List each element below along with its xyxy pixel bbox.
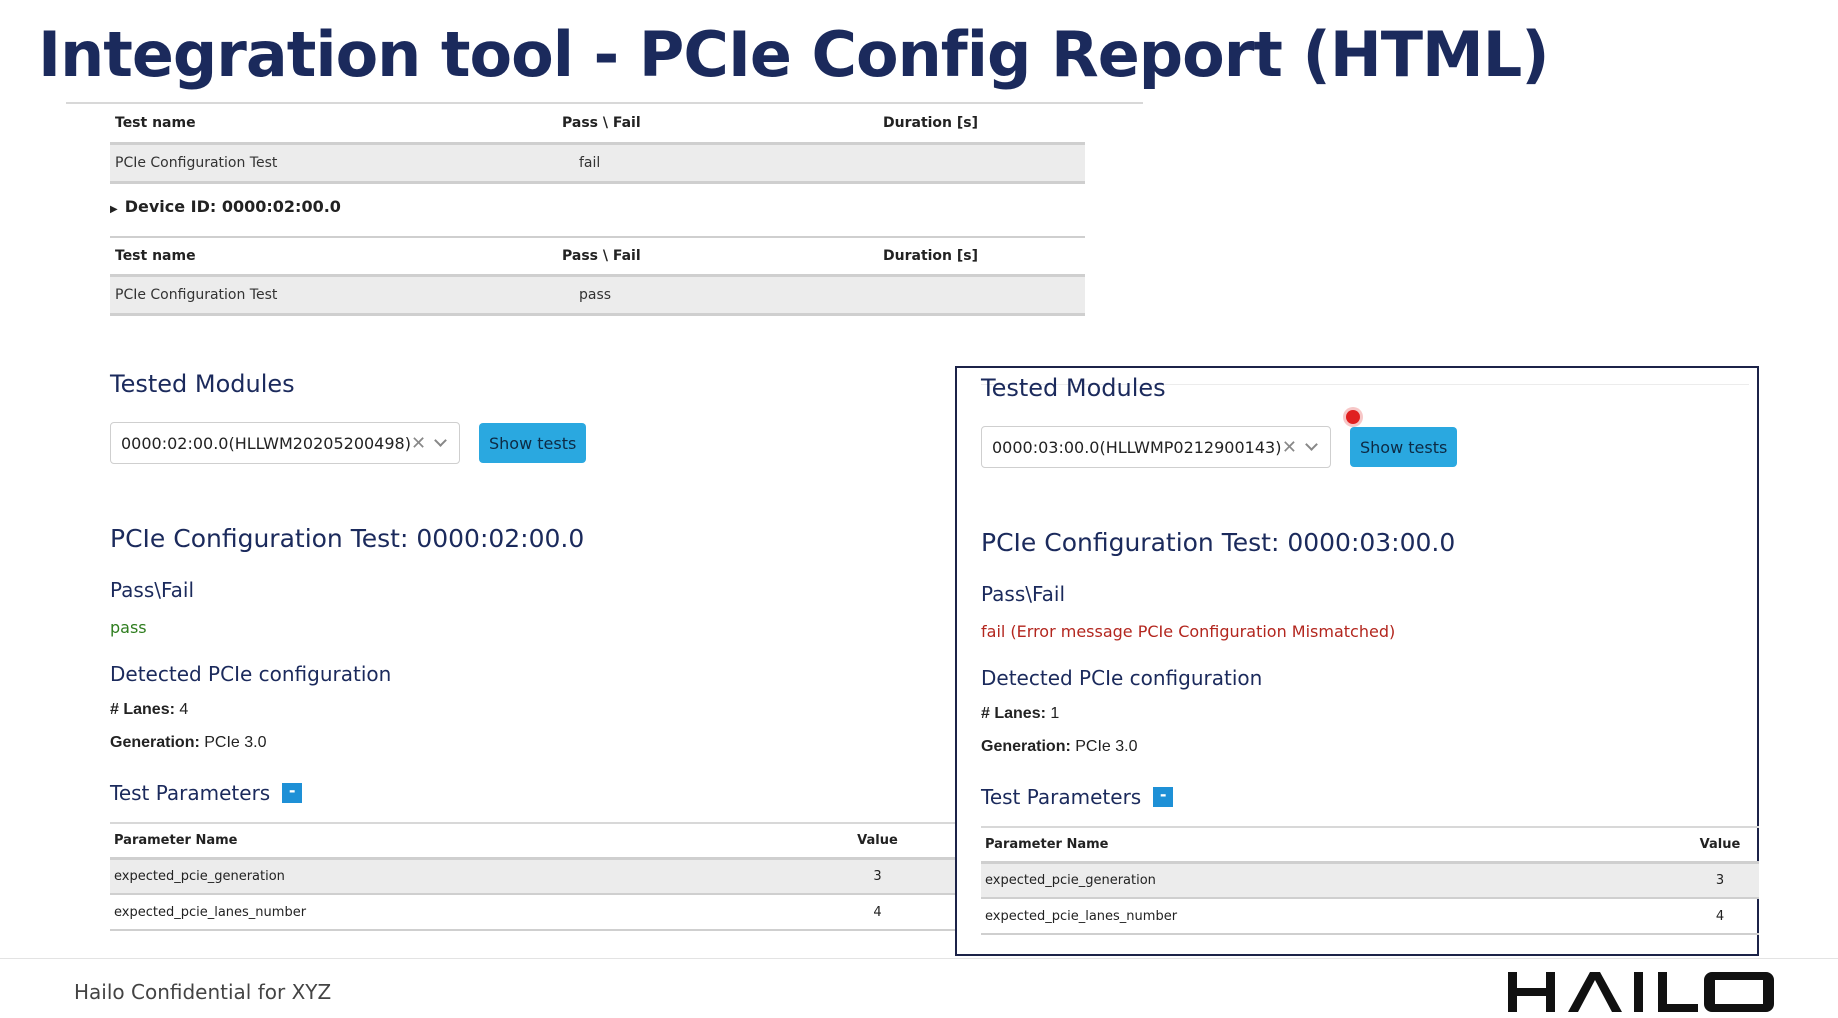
param-value: 3 <box>800 858 955 895</box>
duration-cell <box>878 143 1085 184</box>
test-title: PCIe Configuration Test: 0000:02:00.0 <box>110 524 585 553</box>
pass-fail-heading: Pass\Fail <box>110 578 195 602</box>
table-row: expected_pcie_generation 3 <box>981 862 1759 899</box>
generation-label: Generation: <box>981 738 1071 755</box>
parameters-table: Parameter Name Value expected_pcie_gener… <box>981 826 1759 935</box>
hailo-logo <box>1508 972 1774 1012</box>
chevron-down-icon[interactable] <box>434 434 447 447</box>
module-select[interactable]: 0000:02:00.0(HLLWM20205200498) ✕ <box>110 422 460 464</box>
header-test-name: Test name <box>110 237 557 277</box>
lanes-label: # Lanes: <box>110 701 175 718</box>
test-name-cell: PCIe Configuration Test <box>110 143 557 184</box>
detected-config-heading: Detected PCIe configuration <box>981 666 1263 690</box>
lanes-row: # Lanes: 1 <box>981 705 1757 727</box>
header-test-name: Test name <box>110 105 557 145</box>
table-row: expected_pcie_lanes_number 4 <box>981 898 1759 935</box>
summary-table-1: Test name Pass \ Fail Duration [s] PCIe … <box>66 102 1143 184</box>
param-name: expected_pcie_lanes_number <box>110 894 800 931</box>
table-row: expected_pcie_lanes_number 4 <box>110 894 955 931</box>
param-value: 3 <box>1681 862 1759 899</box>
clear-icon[interactable]: ✕ <box>1282 437 1297 458</box>
generation-value: PCIe 3.0 <box>204 734 267 751</box>
param-name: expected_pcie_generation <box>110 858 800 895</box>
detected-config-heading: Detected PCIe configuration <box>110 662 392 686</box>
result-cell: pass <box>557 275 878 316</box>
summary-table-2: Test name Pass \ Fail Duration [s] PCIe … <box>110 236 1085 316</box>
test-title: PCIe Configuration Test: 0000:03:00.0 <box>981 528 1456 557</box>
collapse-button[interactable]: - <box>1153 787 1174 807</box>
generation-row: Generation: PCIe 3.0 <box>110 734 955 756</box>
clear-icon[interactable]: ✕ <box>411 433 426 454</box>
triangle-right-icon: ▶ <box>110 204 118 215</box>
result-cell: fail <box>557 143 878 184</box>
header-pass-fail: Pass \ Fail <box>557 105 878 145</box>
header-parameter-name: Parameter Name <box>981 826 1681 864</box>
generation-row: Generation: PCIe 3.0 <box>981 738 1757 760</box>
table-row: expected_pcie_generation 3 <box>110 858 955 895</box>
slide-title: Integration tool - PCIe Config Report (H… <box>38 18 1550 91</box>
tested-modules-heading: Tested Modules <box>981 374 1166 402</box>
device-id-toggle[interactable]: ▶ Device ID: 0000:02:00.0 <box>110 197 341 216</box>
header-value: Value <box>1681 826 1759 864</box>
divider <box>66 102 1143 104</box>
param-name: expected_pcie_generation <box>981 862 1681 899</box>
header-duration: Duration [s] <box>878 237 1085 277</box>
show-tests-button[interactable]: Show tests <box>479 423 587 463</box>
test-parameters-heading: Test Parameters <box>981 785 1142 809</box>
collapse-button[interactable]: - <box>282 783 303 803</box>
pass-fail-heading: Pass\Fail <box>981 582 1066 606</box>
parameters-table: Parameter Name Value expected_pcie_gener… <box>110 822 955 931</box>
lanes-row: # Lanes: 4 <box>110 701 955 723</box>
test-parameters-heading: Test Parameters <box>110 781 271 805</box>
pointer-highlight-icon <box>1346 410 1360 424</box>
lanes-value: 1 <box>1050 705 1060 722</box>
module-select-value: 0000:03:00.0(HLLWMP0212900143) <box>992 437 1282 457</box>
module-select-value: 0000:02:00.0(HLLWM20205200498) <box>121 433 411 453</box>
param-value: 4 <box>1681 898 1759 935</box>
chevron-down-icon[interactable] <box>1305 438 1318 451</box>
test-name-cell: PCIe Configuration Test <box>110 275 557 316</box>
param-name: expected_pcie_lanes_number <box>981 898 1681 935</box>
result-text: fail (Error message PCIe Configuration M… <box>981 622 1396 641</box>
duration-cell <box>878 275 1085 316</box>
table-row: PCIe Configuration Test pass <box>110 275 1085 316</box>
param-value: 4 <box>800 894 955 931</box>
result-text: pass <box>110 618 147 637</box>
right-module-panel: Tested Modules 0000:03:00.0(HLLWMP021290… <box>955 366 1759 956</box>
header-value: Value <box>800 822 955 860</box>
lanes-value: 4 <box>179 701 189 718</box>
header-parameter-name: Parameter Name <box>110 822 800 860</box>
lanes-label: # Lanes: <box>981 705 1046 722</box>
show-tests-button[interactable]: Show tests <box>1350 427 1458 467</box>
footer-divider <box>0 958 1838 959</box>
header-duration: Duration [s] <box>878 105 1085 145</box>
module-select[interactable]: 0000:03:00.0(HLLWMP0212900143) ✕ <box>981 426 1331 468</box>
table-row: PCIe Configuration Test fail <box>110 143 1085 184</box>
footer-confidential-text: Hailo Confidential for XYZ <box>74 980 332 1004</box>
tested-modules-heading: Tested Modules <box>110 370 295 398</box>
header-pass-fail: Pass \ Fail <box>557 237 878 277</box>
device-id-label: Device ID: 0000:02:00.0 <box>124 197 341 216</box>
generation-label: Generation: <box>110 734 200 751</box>
generation-value: PCIe 3.0 <box>1075 738 1138 755</box>
left-module-panel: Tested Modules 0000:02:00.0(HLLWM2020520… <box>110 370 955 931</box>
